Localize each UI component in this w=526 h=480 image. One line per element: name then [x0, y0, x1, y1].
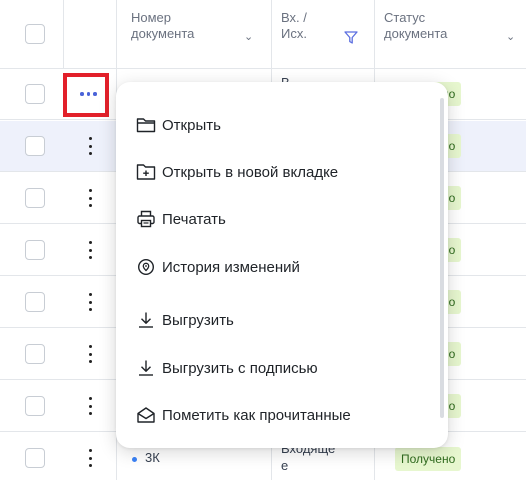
column-divider — [63, 0, 64, 69]
menu-item-open-new-tab[interactable]: Открыть в новой вкладке — [136, 155, 338, 189]
menu-item-label: История изменений — [162, 258, 300, 276]
column-direction-header[interactable]: Вх. / Исх. — [281, 10, 331, 42]
menu-item-mark-read[interactable]: Пометить как прочитанные — [136, 398, 351, 432]
row-checkbox[interactable] — [25, 240, 45, 260]
download-icon — [139, 360, 153, 376]
menu-item-export-signed[interactable]: Выгрузить с подписью — [136, 351, 318, 385]
row-checkbox[interactable] — [25, 292, 45, 312]
row-actions-icon[interactable] — [87, 241, 93, 259]
chevron-down-icon[interactable]: ⌄ — [506, 30, 515, 43]
location-pin-icon — [137, 258, 155, 276]
doc-number-cell: 3К — [145, 450, 160, 465]
highlight-box — [63, 73, 109, 117]
menu-item-print[interactable]: Печатать — [136, 202, 226, 236]
row-actions-icon[interactable] — [87, 189, 93, 207]
table-header: Номер документа ⌄ Вх. / Исх. Статус доку… — [0, 0, 526, 69]
menu-item-label: Выгрузить с подписью — [162, 359, 318, 377]
row-checkbox[interactable] — [25, 188, 45, 208]
row-context-menu: Открыть Открыть в новой вкладке Печатать… — [116, 82, 448, 448]
download-icon — [139, 312, 153, 328]
menu-item-label: Открыть в новой вкладке — [162, 163, 339, 181]
funnel-icon[interactable] — [344, 31, 358, 44]
chevron-down-icon[interactable]: ⌄ — [244, 30, 253, 43]
row-checkbox[interactable] — [25, 84, 45, 104]
new-tab-icon — [136, 164, 156, 180]
menu-item-export[interactable]: Выгрузить — [136, 303, 234, 337]
menu-item-label: Открыть — [162, 116, 221, 134]
folder-icon — [136, 118, 156, 133]
menu-item-open[interactable]: Открыть — [136, 108, 221, 142]
printer-icon — [137, 210, 155, 228]
row-actions-icon[interactable] — [87, 137, 93, 155]
row-checkbox[interactable] — [25, 136, 45, 156]
column-doc-number-header[interactable]: Номер документа — [131, 10, 221, 42]
row-checkbox[interactable] — [25, 396, 45, 416]
open-envelope-icon — [137, 407, 155, 423]
status-badge: Получено — [395, 447, 462, 471]
row-checkbox[interactable] — [25, 344, 45, 364]
select-all-checkbox[interactable] — [25, 24, 45, 44]
menu-item-label: Выгрузить — [162, 311, 234, 329]
unread-dot-icon — [132, 457, 137, 462]
row-actions-icon[interactable] — [87, 449, 93, 467]
menu-scrollbar[interactable] — [440, 98, 444, 418]
row-checkbox[interactable] — [25, 448, 45, 468]
menu-item-label: Печатать — [162, 210, 226, 228]
column-status-header[interactable]: Статус документа — [384, 10, 484, 42]
menu-item-label: Пометить как прочитанные — [162, 406, 351, 424]
row-actions-icon[interactable] — [87, 397, 93, 415]
menu-item-history[interactable]: История изменений — [136, 250, 300, 284]
row-actions-icon[interactable] — [87, 345, 93, 363]
row-actions-icon[interactable] — [87, 293, 93, 311]
